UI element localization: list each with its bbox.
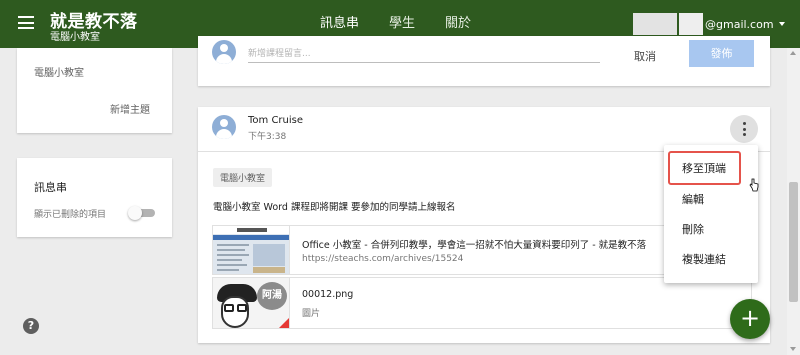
scroll-up-icon[interactable] — [790, 51, 796, 55]
post-body: 電腦小教室 Word 課程即將開課 要參加的同學請上線報名 — [213, 202, 456, 213]
menu-item-delete[interactable]: 刪除 — [682, 221, 704, 237]
post-time: 下午3:38 — [248, 132, 287, 142]
more-options-icon[interactable] — [730, 115, 758, 143]
attachment-image[interactable]: 阿湯 00012.png 圖片 — [212, 277, 752, 329]
attachment-title: 00012.png — [302, 289, 354, 300]
post-options-menu: 移至頂端 編輯 刪除 複製連結 — [664, 145, 758, 283]
account-menu[interactable]: @gmail.com — [633, 13, 785, 35]
help-icon[interactable]: ? — [23, 318, 39, 334]
redacted-block — [679, 13, 703, 35]
topic-item[interactable]: 電腦小教室 — [34, 64, 84, 79]
cancel-button[interactable]: 取消 — [634, 48, 656, 64]
scrollbar[interactable] — [787, 48, 800, 355]
menu-item-edit[interactable]: 編輯 — [682, 191, 704, 207]
toggle-thumb — [128, 206, 142, 220]
avatar — [212, 40, 236, 64]
account-email: @gmail.com — [705, 17, 774, 31]
menu-item-copy-link[interactable]: 複製連結 — [682, 251, 726, 267]
new-topic-link[interactable]: 新增主題 — [110, 101, 150, 116]
class-subtitle: 電腦小教室 — [50, 32, 100, 43]
hand-cursor-icon — [749, 178, 759, 192]
image-thumbnail: 阿湯 — [213, 278, 290, 328]
hamburger-menu-icon[interactable] — [18, 16, 34, 29]
redacted-block — [633, 13, 677, 35]
topic-chip[interactable]: 電腦小教室 — [213, 168, 273, 187]
composer-card: 新增課程留言... 取消 發佈 — [198, 36, 770, 86]
topics-card: 電腦小教室 新增主題 — [17, 48, 172, 133]
thumbnail-bubble-text: 阿湯 — [257, 282, 287, 310]
attachment-url: https://steachs.com/archives/15524 — [302, 254, 464, 264]
post-button[interactable]: 發佈 — [689, 40, 754, 67]
stream-settings-title: 訊息串 — [34, 181, 67, 194]
attachment-title: Office 小教室 - 合併列印教學，學會這一招就不怕大量資料要印列了 - 就… — [302, 240, 647, 251]
post-author: Tom Cruise — [248, 115, 304, 126]
add-button[interactable]: + — [730, 299, 770, 339]
highlight-box — [668, 151, 741, 185]
show-deleted-label: 顯示已刪除的項目 — [34, 210, 107, 220]
show-deleted-toggle[interactable] — [128, 206, 155, 220]
scrollbar-thumb[interactable] — [789, 182, 798, 302]
stream-settings-card: 訊息串 顯示已刪除的項目 — [17, 158, 172, 237]
webpage-thumbnail — [213, 226, 290, 274]
caret-down-icon — [778, 22, 785, 26]
scroll-down-icon[interactable] — [790, 347, 796, 351]
comment-input[interactable]: 新增課程留言... — [248, 46, 600, 63]
attachment-type: 圖片 — [302, 309, 321, 319]
author-avatar — [212, 115, 236, 139]
